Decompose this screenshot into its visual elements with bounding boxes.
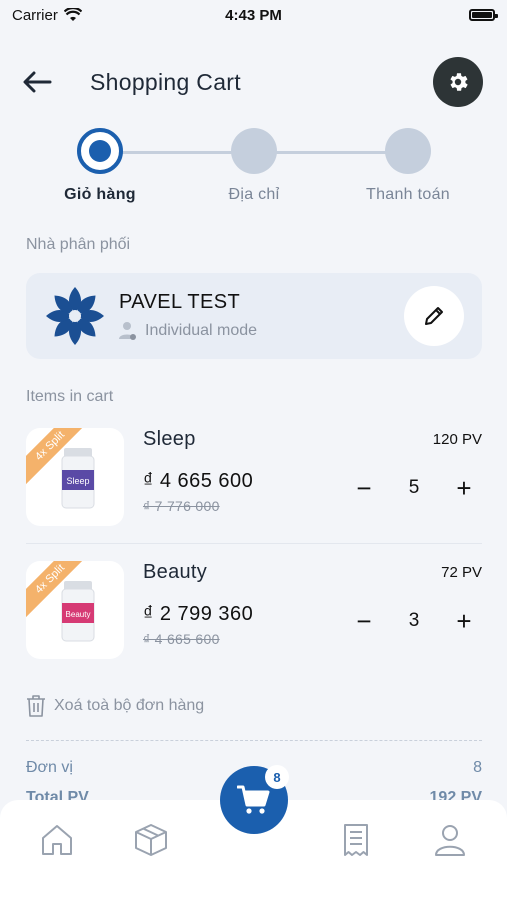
summary-label: Đơn vị [26,759,73,776]
distributor-card: PAVEL TEST Individual mode [26,273,482,359]
quantity-stepper: − 3 + [342,606,482,636]
pencil-icon [425,307,443,325]
increase-button[interactable]: + [450,607,478,635]
settings-button[interactable] [433,57,483,107]
back-button[interactable] [22,60,66,104]
product-image[interactable]: 4x Split Beauty [26,561,124,659]
gear-icon [450,73,468,91]
product-label-text: Sleep [66,476,89,486]
cart-icon [237,785,270,814]
summary-divider [26,740,482,741]
decrease-button[interactable]: − [350,474,378,502]
step-label: Giỏ hàng [64,186,136,203]
cart-item: 4x Split Sleep Sleep 120 PV ₫ 4 665 600 … [26,428,482,528]
nav-orders[interactable] [336,820,376,860]
product-pv: 120 PV [432,431,482,448]
clear-cart-button[interactable]: Xoá toà bộ đơn hàng [26,694,204,718]
battery-icon [469,9,498,21]
status-bar: Carrier 4:43 PM [0,0,507,30]
product-bottle: Sleep [61,448,95,509]
distributor-name: PAVEL TEST [119,291,241,313]
trash-icon [27,695,45,717]
step-address[interactable]: Địa chỉ [179,128,329,204]
cart-count-badge: 8 [265,765,289,789]
step-dot [385,128,431,174]
product-label-text: Beauty [66,610,91,619]
product-name: Beauty [143,561,208,583]
step-dot [231,128,277,174]
product-old-price: ₫ 7 776 000 [143,498,220,514]
cart-section-label: Items in cart [26,388,114,405]
nav-home[interactable] [37,820,77,860]
decrease-button[interactable]: − [350,607,378,635]
product-price: ₫ 4 665 600 [143,470,254,492]
page-title: Shopping Cart [90,68,241,95]
header: Shopping Cart [0,56,507,108]
cart-item: 4x Split Beauty Beauty 72 PV ₫ 2 799 360… [26,561,482,661]
clear-cart-label: Xoá toà bộ đơn hàng [54,697,205,714]
step-label: Địa chỉ [228,186,280,203]
status-left: Carrier [12,7,82,24]
product-old-price: ₫ 4 665 600 [143,631,220,647]
distributor-mode: Individual mode [119,321,257,341]
quantity-stepper: − 5 + [342,473,482,503]
summary-value: 8 [473,759,482,776]
quantity-value: 3 [408,610,420,631]
item-divider [26,543,482,544]
product-bottle: Beauty [61,581,95,642]
product-price: ₫ 2 799 360 [143,603,254,625]
edit-distributor-button[interactable] [404,286,464,346]
quantity-value: 5 [408,477,420,498]
product-pv: 72 PV [441,564,482,581]
step-dot-active [77,128,123,174]
increase-button[interactable]: + [450,474,478,502]
distributor-section-label: Nhà phân phối [26,236,131,253]
carrier-label: Carrier [12,6,58,24]
step-label: Thanh toán [366,186,450,203]
checkout-stepper: Giỏ hàng Địa chỉ Thanh toán [0,128,507,208]
wifi-icon [63,8,82,21]
nav-products[interactable] [131,820,171,860]
company-logo [46,287,104,345]
step-cart[interactable]: Giỏ hàng [25,128,175,204]
product-name: Sleep [143,428,196,450]
product-image[interactable]: 4x Split Sleep [26,428,124,526]
user-icon [119,322,136,340]
arrow-left-icon [23,71,52,93]
box-icon [135,824,167,856]
home-icon [42,825,72,855]
step-payment[interactable]: Thanh toán [333,128,483,204]
nav-profile[interactable] [430,820,470,860]
user-icon [435,825,465,856]
receipt-icon [344,824,368,856]
mode-label: Individual mode [145,322,258,339]
